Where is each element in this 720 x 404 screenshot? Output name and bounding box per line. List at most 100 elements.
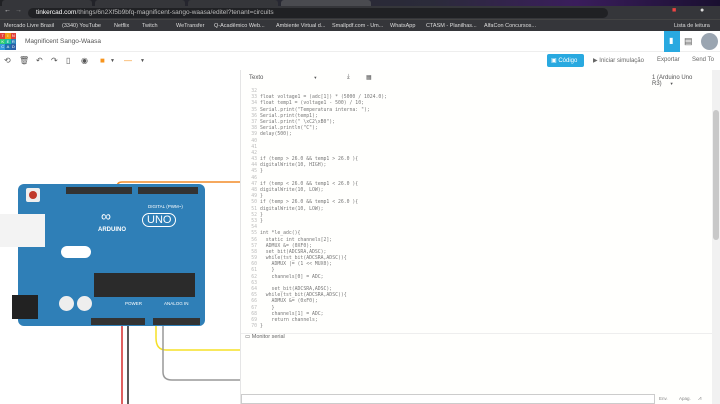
brand-label: ARDUINO — [98, 227, 126, 233]
bookmark[interactable]: Netflix — [114, 23, 129, 29]
bookmark[interactable]: Smallpdf.com - Um... — [332, 23, 383, 29]
editor-mode-select[interactable]: Texto ▼ — [249, 75, 317, 81]
digital-label: DIGITAL (PWM~) — [148, 204, 183, 209]
line-text: ADMUX &= (0xF0); — [260, 299, 318, 305]
undo-icon[interactable]: ↶ — [36, 56, 43, 65]
line-text: channels[0] = ADC; — [260, 274, 324, 280]
rotate-icon[interactable]: ⟲ — [4, 56, 11, 65]
toolbar: ⟲ 🗑 ↶ ↷ ▯ ◉ ■ ▼ — ▼ ▣ Código ▶ Iniciar sim… — [0, 52, 720, 69]
color-picker-icon[interactable]: ■ — [100, 56, 105, 65]
capacitor — [77, 296, 92, 311]
line-text: float temp1 = (voltage1 - 500) / 10; — [260, 101, 364, 107]
line-text: static int channels[2]; — [260, 237, 333, 243]
code-panel-toolbar: Texto ▼ ⤓ ▦ 1 (Arduino Uno R3) ▼ — [241, 70, 713, 88]
scrollbar-thumb[interactable] — [713, 110, 719, 240]
tinkercad-logo[interactable]: TIN KER CAD — [0, 33, 16, 50]
line-text: Serial.print(" \xC2\xB0"); — [260, 119, 336, 125]
url-input[interactable]: tinkercad.com/things/6n2Xf5b9bfq-magnifi… — [28, 7, 608, 18]
analog-header — [153, 318, 200, 325]
serial-monitor-toggle[interactable]: ▭ Monitor serial — [241, 333, 713, 343]
bookmark[interactable]: Mercado Livre Brasil — [4, 23, 54, 29]
list-view-icon[interactable]: ▤ — [684, 36, 693, 47]
arduino-uno-board[interactable]: DIGITAL (PWM~) ∞ ARDUINO UNO POWER ANALO… — [0, 184, 205, 326]
eye-icon[interactable]: ◉ — [81, 56, 88, 65]
libraries-icon[interactable]: ▦ — [366, 74, 372, 81]
reset-button[interactable] — [26, 188, 40, 202]
line-text: digitalWrite(10, LOW); — [260, 188, 324, 193]
start-simulation-button[interactable]: ▶ Iniciar simulação — [593, 57, 644, 64]
bookmark[interactable]: Twitch — [142, 23, 158, 29]
reading-list[interactable]: Lista de leitura — [674, 23, 710, 29]
line-text: Serial.println("C"); — [260, 126, 318, 132]
line-text: if (temp < 26.0 && temp1 < 26.0 ){ — [260, 181, 359, 187]
line-text: if (temp > 26.0 && temp1 < 26.0 ){ — [260, 200, 359, 206]
model-label: UNO — [142, 213, 177, 227]
editor-mode-value: Texto — [249, 75, 264, 81]
line-text: set_bit(ADCSRA,ADSC); — [260, 287, 333, 292]
redo-icon[interactable]: ↷ — [51, 56, 58, 65]
code-editor[interactable]: 32 33 float voltage1 = (adc[1]) * (5000 / … — [241, 89, 711, 332]
usb-connector — [0, 214, 45, 247]
digital-header-right — [138, 187, 198, 194]
bookmark[interactable]: Q-Acadêmico Web... — [214, 23, 265, 29]
bookmark[interactable]: WeTransfer — [176, 23, 204, 29]
wire-style-icon[interactable]: — — [124, 56, 132, 65]
line-text: channels[1] = ADC; — [260, 311, 324, 317]
delete-icon[interactable]: 🗑 — [19, 56, 29, 65]
code-button[interactable]: ▣ Código — [547, 54, 584, 67]
forward-icon[interactable]: → — [15, 7, 22, 14]
line-text: } — [260, 194, 263, 200]
serial-input[interactable] — [241, 394, 655, 404]
bookmark[interactable]: AlfaCon Concursos... — [484, 23, 536, 29]
send-button[interactable]: Env. — [659, 396, 668, 401]
chevron-down-icon[interactable]: ▼ — [140, 58, 145, 64]
power-label: POWER — [125, 301, 143, 306]
address-bar-row: ← → tinkercad.com/things/6n2Xf5b9bfq-mag… — [0, 6, 720, 19]
start-simulation-label: Iniciar simulação — [599, 58, 644, 64]
line-text: } — [260, 324, 263, 330]
power-jack — [12, 295, 38, 319]
line-text: int *le_adc(){ — [260, 231, 301, 237]
export-button[interactable]: Exportar — [657, 57, 680, 63]
capacitor — [59, 296, 74, 311]
line-text: digitalWrite(10, HIGH); — [260, 163, 327, 169]
profile-avatar[interactable]: ● — [700, 7, 704, 14]
chevron-down-icon[interactable]: ▼ — [110, 58, 115, 64]
download-icon[interactable]: ⤓ — [347, 74, 350, 81]
notes-icon[interactable]: ▯ — [66, 56, 70, 65]
line-text: ADMUX |= (1 << MUX0); — [260, 262, 333, 268]
line-text: ADMUX &= (0XF0); — [260, 243, 312, 249]
bookmark[interactable]: (3340) YouTube — [62, 23, 101, 29]
extension-icon[interactable]: ■ — [672, 7, 676, 14]
bookmarks-bar: Mercado Livre Brasil (3340) YouTube Netf… — [0, 19, 720, 31]
line-number: 70 — [251, 324, 257, 330]
line-text: while(tst_bit(ADCSRA,ADSC)){ — [260, 293, 347, 299]
crystal — [61, 246, 91, 258]
send-to-button[interactable]: Send To — [692, 57, 714, 63]
arduino-logo-icon: ∞ — [101, 208, 111, 224]
line-text: digitalWrite(10, LOW); — [260, 206, 324, 212]
device-select[interactable]: 1 (Arduino Uno R3) ▼ — [652, 75, 713, 87]
graph-icon[interactable]: ⩘ — [698, 396, 701, 402]
line-text: set_bit(ADCSRA,ADSC); — [260, 249, 327, 255]
url-host: tinkercad.com — [36, 8, 77, 16]
line-text: float voltage1 = (adc[1]) * (5000 / 1024… — [260, 95, 388, 101]
line-text: } — [260, 218, 263, 224]
code-line: 70} — [241, 324, 711, 330]
digital-header-left — [66, 187, 132, 194]
bookmark[interactable]: CTASM - Planilhas... — [426, 23, 477, 29]
back-icon[interactable]: ← — [4, 7, 11, 14]
user-avatar[interactable] — [701, 33, 718, 50]
bookmark[interactable]: Ambiente Virtual d... — [276, 23, 325, 29]
line-text: } — [260, 169, 263, 175]
line-text: while(tst_bit(ADCSRA,ADSC)){ — [260, 256, 347, 262]
design-title[interactable]: Magnificent Sango-Waasa — [25, 38, 101, 45]
microcontroller-chip — [94, 273, 195, 297]
bookmark[interactable]: WhatsApp — [390, 23, 415, 29]
circuit-view-button[interactable]: ▮ — [664, 31, 680, 52]
analog-label: ANALOG IN — [164, 301, 189, 306]
line-text: Serial.print(temp1); — [260, 113, 318, 119]
code-editor-panel: Texto ▼ ⤓ ▦ 1 (Arduino Uno R3) ▼ 32 33 float… — [240, 70, 713, 404]
line-text: Serial.print("Temperatura interna: "); — [260, 107, 370, 113]
clear-button[interactable]: Apag. — [679, 396, 691, 401]
